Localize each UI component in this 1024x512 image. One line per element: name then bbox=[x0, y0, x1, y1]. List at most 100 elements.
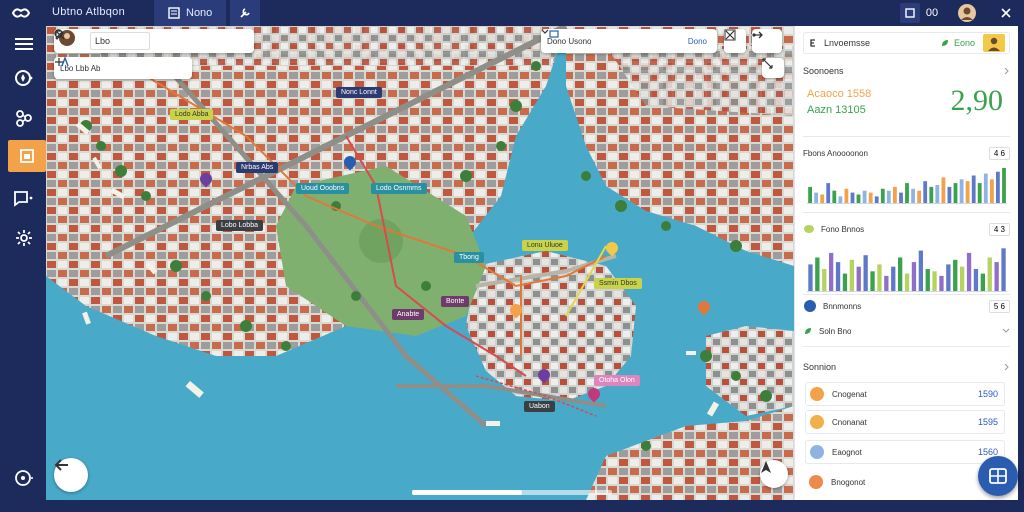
chart1-value[interactable]: 4 6 bbox=[988, 146, 1010, 160]
app-window: Ubtno Atlbqon Nono 00 Lbo Lbo Lbb Ab Don… bbox=[0, 0, 1024, 512]
square-icon bbox=[905, 8, 915, 18]
list-item-value: 1595 bbox=[977, 417, 998, 427]
wrench-icon bbox=[240, 8, 250, 18]
map-label[interactable]: Ssmin Dbos bbox=[594, 278, 642, 289]
chart-bar bbox=[829, 252, 834, 292]
expand-icon[interactable] bbox=[54, 57, 64, 67]
logo-icon[interactable] bbox=[10, 5, 32, 21]
menu-button[interactable] bbox=[6, 28, 42, 60]
map-view[interactable]: Lbo Lbo Lbb Ab Dono Usono Dono Lodo Abba… bbox=[46, 26, 794, 500]
map-filter-bar[interactable]: Lbo Lbb Ab bbox=[54, 57, 192, 79]
profile-icon[interactable] bbox=[983, 34, 1005, 52]
explore-button[interactable] bbox=[6, 62, 42, 94]
map-label[interactable]: Nrbas Abs bbox=[236, 162, 279, 173]
avatar[interactable] bbox=[956, 3, 978, 23]
chart-bar bbox=[917, 190, 921, 204]
chart-bar bbox=[870, 271, 875, 292]
map-search-bar[interactable]: Lbo bbox=[54, 29, 254, 53]
chart-bar bbox=[849, 259, 854, 292]
recenter-button[interactable] bbox=[760, 460, 788, 488]
chart-bar bbox=[932, 271, 937, 292]
map-label[interactable]: Lodo Osnmms bbox=[371, 183, 427, 194]
messages-button[interactable] bbox=[6, 182, 42, 214]
section2-header: Sonnion bbox=[803, 360, 1010, 374]
chart-bar bbox=[874, 196, 879, 204]
list-item[interactable]: Cnonanat 1595 bbox=[805, 410, 1005, 434]
chart-bar bbox=[863, 255, 868, 292]
chart-bar bbox=[965, 181, 970, 204]
list-item-icon bbox=[810, 387, 824, 401]
bar-chart-2 bbox=[807, 248, 1007, 292]
leaf-icon bbox=[805, 328, 811, 334]
chart-bar bbox=[868, 192, 873, 204]
chart-bar bbox=[923, 181, 928, 204]
chart-bar bbox=[971, 175, 976, 204]
back-button[interactable] bbox=[54, 458, 88, 492]
map-label[interactable]: Bonte bbox=[441, 296, 470, 307]
map-label[interactable]: Otoha Olon bbox=[594, 375, 640, 386]
help-button[interactable] bbox=[6, 462, 42, 494]
tab-map[interactable]: Nono bbox=[154, 0, 226, 26]
chevron-right-icon[interactable] bbox=[1004, 67, 1010, 75]
chart-bar bbox=[815, 257, 820, 292]
bottom-strip bbox=[0, 500, 1024, 512]
grid-view-button[interactable] bbox=[978, 456, 1018, 496]
edit-button[interactable] bbox=[55, 30, 178, 52]
layers-button[interactable] bbox=[6, 102, 42, 134]
list-item[interactable]: Eaognot 1560 bbox=[805, 440, 1005, 464]
chevron-right-icon[interactable] bbox=[1004, 363, 1010, 371]
map-label[interactable]: Uabon bbox=[524, 401, 555, 412]
close-button[interactable] bbox=[996, 3, 1016, 23]
chart-bar bbox=[953, 183, 958, 204]
search-input[interactable]: Lbo bbox=[90, 32, 150, 50]
map-label[interactable]: Lodo Abba bbox=[170, 109, 214, 120]
settings-button[interactable] bbox=[6, 222, 42, 254]
chart-bar bbox=[814, 192, 818, 204]
row3-title: Bnnmonns bbox=[823, 301, 862, 311]
layout-toggle-button[interactable] bbox=[900, 3, 920, 23]
chart-bar bbox=[826, 183, 831, 204]
list-item-name: Eaognot bbox=[832, 447, 862, 457]
map-canvas[interactable] bbox=[46, 26, 794, 500]
tool-button[interactable] bbox=[55, 30, 206, 52]
row3-value[interactable]: 5 6 bbox=[988, 299, 1010, 313]
tab-label: Nono bbox=[186, 7, 213, 19]
map-label[interactable]: Uoud Ooobns bbox=[296, 183, 350, 194]
navigation-icon bbox=[761, 461, 771, 473]
user-avatar-icon bbox=[958, 4, 976, 22]
list-item[interactable]: Bnogonot bbox=[805, 470, 1005, 494]
divider bbox=[803, 346, 1010, 347]
divider bbox=[803, 294, 1010, 295]
row-4[interactable]: Soln Bno bbox=[803, 324, 1010, 338]
row-3[interactable]: Bnnmonns 5 6 bbox=[803, 298, 1010, 314]
section-title: Soonoens bbox=[803, 66, 844, 76]
share-button[interactable] bbox=[752, 29, 782, 53]
panel-badge[interactable]: Eono bbox=[954, 38, 975, 48]
chart2-value[interactable]: 4 3 bbox=[988, 222, 1010, 236]
chart-bar bbox=[941, 177, 946, 204]
left-rail bbox=[0, 26, 46, 512]
map-label[interactable]: Nonc Lonnt bbox=[336, 87, 382, 98]
list-item[interactable]: Cnogenat 1590 bbox=[805, 382, 1005, 406]
fullscreen-button[interactable] bbox=[724, 29, 746, 53]
layer-dropdown[interactable]: Dono Usono Dono bbox=[541, 29, 717, 53]
chart-bar bbox=[832, 190, 837, 204]
chart-bar bbox=[987, 257, 992, 292]
tab-tools[interactable] bbox=[230, 0, 260, 26]
filter-label: Lbo Lbb Ab bbox=[60, 63, 101, 73]
nodes-icon bbox=[16, 110, 32, 127]
map-label[interactable]: Lonu Uluoe bbox=[522, 240, 568, 251]
panel-title: Lnvoemsse bbox=[824, 38, 871, 48]
report-icon bbox=[20, 149, 34, 163]
chart-bar bbox=[994, 262, 999, 292]
currency-icon bbox=[810, 39, 815, 47]
zoom-extent-button[interactable] bbox=[762, 58, 784, 78]
close-icon bbox=[1001, 8, 1011, 18]
map-label[interactable]: Lobo Lobba bbox=[216, 220, 263, 231]
map-label[interactable]: Tbong bbox=[454, 252, 484, 263]
map-label[interactable]: Anabte bbox=[392, 309, 425, 320]
chart-bar bbox=[977, 183, 982, 204]
list-item-icon bbox=[810, 445, 824, 459]
chart-bar bbox=[844, 188, 849, 204]
reports-button[interactable] bbox=[8, 140, 46, 172]
